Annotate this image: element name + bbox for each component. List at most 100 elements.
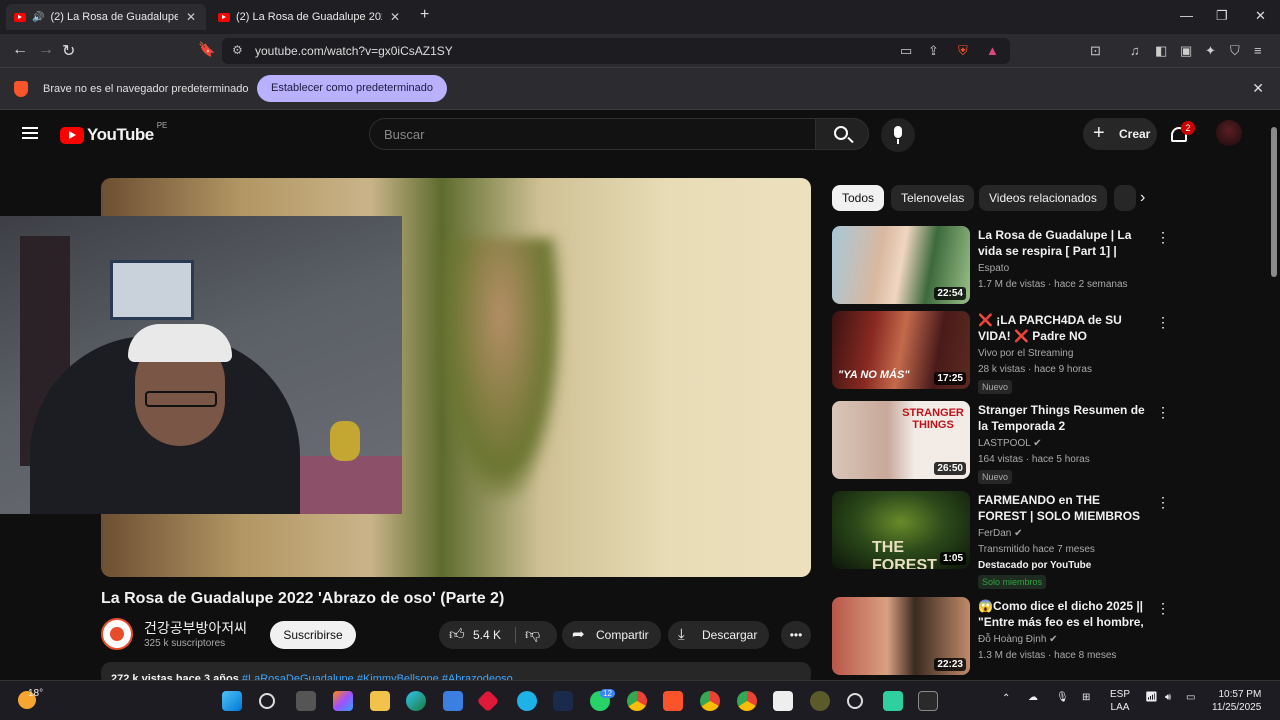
media-icon[interactable]: ♫ — [1130, 43, 1140, 58]
wallet-icon[interactable]: ▣ — [1180, 43, 1192, 59]
copilot-icon[interactable] — [333, 691, 353, 711]
rec-channel[interactable]: Espato — [978, 263, 1009, 274]
hamburger-menu-icon[interactable] — [22, 127, 38, 139]
rec-channel[interactable]: LASTPOOL ✔ — [978, 438, 1042, 449]
kebab-menu-icon[interactable]: ⋮ — [1156, 229, 1170, 246]
reload-icon[interactable]: ↻ — [62, 41, 75, 61]
file-explorer-icon[interactable] — [370, 691, 390, 711]
share-icon[interactable]: ⇪ — [928, 43, 939, 59]
brave-icon[interactable] — [663, 691, 683, 711]
create-button[interactable]: + Crear — [1083, 118, 1157, 150]
chevron-right-icon[interactable]: › — [1140, 189, 1145, 207]
maximize-icon[interactable]: ❐ — [1216, 8, 1228, 24]
chrome-profile-icon[interactable] — [700, 691, 720, 711]
more-actions-button[interactable]: ••• — [781, 621, 811, 649]
steam-icon[interactable] — [553, 691, 573, 711]
tab-active[interactable]: 🔊 (2) La Rosa de Guadalupe 2022 ✕ — [6, 4, 206, 30]
share-button[interactable]: ➦ Compartir — [562, 621, 661, 649]
windows-start-icon[interactable] — [222, 691, 242, 711]
display-tray-icon[interactable]: ⊞ — [1082, 692, 1090, 703]
language-indicator[interactable]: ESP LAA — [1110, 688, 1130, 714]
whatsapp-badge: 12 — [600, 689, 615, 698]
page-scrollbar[interactable] — [1268, 115, 1280, 680]
forward-icon[interactable]: → — [38, 41, 54, 59]
download-button[interactable]: ⤓ Descargar — [668, 621, 769, 649]
capcut-icon[interactable] — [773, 691, 793, 711]
close-infobar-icon[interactable]: ✕ — [1252, 80, 1264, 97]
new-tab-icon[interactable]: + — [420, 6, 429, 24]
url-bar[interactable]: ⚙ youtube.com/watch?v=gx0iCsAZ1SY — [222, 38, 1010, 64]
kebab-menu-icon[interactable]: ⋮ — [1156, 494, 1170, 511]
close-tab-icon[interactable]: ✕ — [184, 10, 198, 24]
app-green-icon[interactable] — [810, 691, 830, 711]
chip-telenovelas[interactable]: Telenovelas — [891, 185, 975, 211]
rec-channel[interactable]: Đỗ Hoàng Định ✔ — [978, 634, 1058, 645]
battery-icon[interactable]: ▭ — [1186, 692, 1195, 703]
mic-tray-icon[interactable]: 🎙︎ — [1056, 692, 1069, 703]
like-icon[interactable]: 👍︎ — [449, 621, 465, 649]
chip-more[interactable] — [1114, 185, 1136, 211]
search-button[interactable] — [815, 118, 869, 150]
like-count[interactable]: 5.4 K — [473, 621, 501, 649]
rec-channel[interactable]: Vivo por el Streaming — [978, 348, 1073, 359]
channel-name[interactable]: 건강공부방아저씨 — [144, 618, 247, 638]
video-thumbnail[interactable]: STRANGER THINGS 26:50 — [832, 401, 970, 479]
kebab-menu-icon[interactable]: ⋮ — [1156, 404, 1170, 421]
rec-channel[interactable]: FerDan ✔ — [978, 528, 1023, 539]
channel-avatar[interactable] — [101, 618, 133, 650]
wifi-icon[interactable]: 📶︎ — [1145, 692, 1158, 703]
brave-rewards-icon[interactable]: ▲ — [986, 43, 999, 58]
reader-icon[interactable]: ⊡ — [1090, 43, 1101, 59]
video-thumbnail[interactable]: 22:54 — [832, 226, 970, 304]
browser-blue-icon[interactable] — [517, 691, 537, 711]
close-tab-icon[interactable]: ✕ — [388, 10, 402, 24]
onedrive-icon[interactable]: ☁ — [1028, 692, 1038, 703]
rec-title[interactable]: 😱Como dice el dicho 2025 || "Entre más f… — [978, 598, 1148, 631]
obs-icon[interactable] — [847, 693, 863, 709]
rec-title[interactable]: Stranger Things Resumen de la Temporada … — [978, 402, 1148, 434]
cast-icon[interactable]: ▭ — [900, 43, 912, 59]
kebab-menu-icon[interactable]: ⋮ — [1156, 314, 1170, 331]
menu-icon[interactable]: ≡ — [1254, 43, 1262, 58]
chrome-profile2-icon[interactable] — [737, 691, 757, 711]
edge-icon[interactable] — [406, 691, 426, 711]
search-input[interactable]: Buscar — [369, 118, 816, 150]
epic-games-icon[interactable] — [918, 691, 938, 711]
tab-inactive[interactable]: (2) La Rosa de Guadalupe 2022 ✕ — [210, 4, 410, 30]
rec-title[interactable]: ❌ ¡LA PARCH4DA de SU VIDA! ❌ Padre NO SO… — [978, 312, 1148, 345]
task-view-icon[interactable] — [296, 691, 316, 711]
youtube-logo[interactable]: YouTube PE — [60, 121, 167, 145]
close-window-icon[interactable]: ✕ — [1255, 8, 1266, 24]
minimize-icon[interactable]: — — [1180, 8, 1193, 23]
app-red-icon[interactable] — [476, 689, 500, 713]
leo-ai-icon[interactable]: ✦ — [1205, 43, 1216, 59]
site-settings-icon[interactable]: ⚙ — [232, 43, 243, 57]
bookmark-icon[interactable]: 🔖 — [198, 41, 215, 58]
scrollbar-thumb[interactable] — [1271, 127, 1277, 277]
voice-search-icon[interactable] — [881, 118, 915, 152]
back-icon[interactable]: ← — [12, 41, 28, 59]
kebab-menu-icon[interactable]: ⋮ — [1156, 600, 1170, 617]
youtube-favicon-icon — [218, 12, 230, 22]
brave-shields-icon[interactable]: ⛨ — [958, 43, 968, 59]
tray-chevron-icon[interactable]: ⌃ — [1002, 693, 1010, 704]
dislike-icon[interactable]: 👎︎ — [525, 621, 540, 649]
store-icon[interactable] — [443, 691, 463, 711]
chrome-icon[interactable] — [627, 691, 647, 711]
video-thumbnail[interactable]: 22:23 — [832, 597, 970, 675]
chip-videos-relacionados[interactable]: Videos relacionados — [979, 185, 1107, 211]
subscribe-button[interactable]: Suscribirse — [270, 621, 356, 649]
chip-todos[interactable]: Todos — [832, 185, 885, 211]
vpn-icon[interactable]: ⛉ — [1230, 43, 1240, 59]
rec-title[interactable]: FARMEANDO en THE FOREST | SOLO MIEMBROS — [978, 492, 1148, 524]
video-thumbnail[interactable]: "YA NO MÁS" 17:25 — [832, 311, 970, 389]
rec-title[interactable]: La Rosa de Guadalupe | La vida se respir… — [978, 227, 1148, 260]
user-avatar[interactable] — [1216, 120, 1242, 146]
sidebar-icon[interactable]: ◧ — [1155, 43, 1167, 59]
set-default-button[interactable]: Establecer como predeterminado — [257, 75, 448, 102]
video-thumbnail[interactable]: THE FOREST 1:05 — [832, 491, 970, 569]
search-icon[interactable] — [259, 693, 275, 709]
volume-icon[interactable]: 🔊︎ — [1165, 692, 1171, 703]
clock[interactable]: 10:57 PM 11/25/2025 — [1212, 688, 1261, 714]
app-teal-icon[interactable] — [883, 691, 903, 711]
